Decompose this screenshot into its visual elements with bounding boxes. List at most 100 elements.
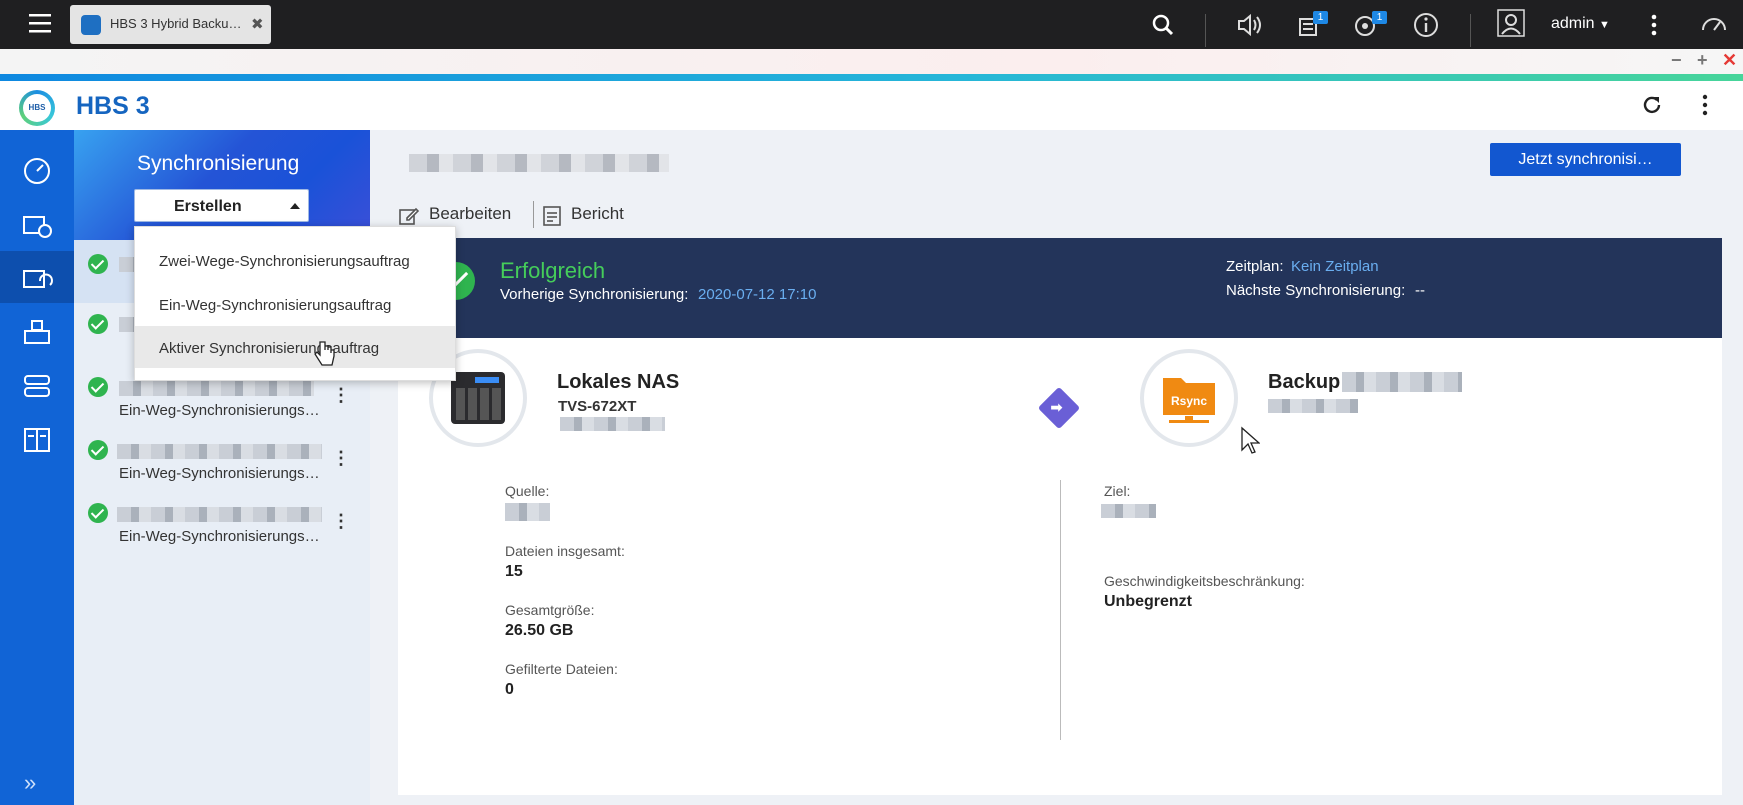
total-size-value: 26.50 GB xyxy=(505,622,574,639)
close-window-button[interactable]: ✕ xyxy=(1722,50,1737,71)
notifications-badge: 1 xyxy=(1372,11,1387,24)
schedule-label: Zeitplan: xyxy=(1226,258,1284,275)
sidebar-header xyxy=(74,130,370,240)
job-description: Ein-Weg-Synchronisierungsauftrag xyxy=(119,528,324,545)
window-control-bar xyxy=(0,49,1743,75)
refresh-icon[interactable] xyxy=(1640,93,1664,117)
chevron-down-icon: ▼ xyxy=(1599,19,1610,31)
redacted-job-title xyxy=(409,154,669,172)
close-tab-icon[interactable]: ✖ xyxy=(251,15,264,33)
dashboard-icon xyxy=(24,158,50,184)
success-check-icon xyxy=(88,254,108,274)
speed-limit-value: Unbegrenzt xyxy=(1104,593,1192,610)
redacted-source-path xyxy=(505,503,550,521)
total-size-label: Gesamtgröße: xyxy=(505,602,595,618)
left-navigation xyxy=(0,130,74,805)
search-icon[interactable] xyxy=(1149,11,1177,39)
user-avatar-icon[interactable] xyxy=(1497,9,1525,37)
success-check-icon xyxy=(88,440,108,460)
nas-device-icon xyxy=(451,372,505,424)
redacted-job-name xyxy=(119,381,314,396)
sidebar-title: Synchronisierung xyxy=(137,152,300,175)
sync-icon xyxy=(23,270,53,288)
nav-logs[interactable] xyxy=(0,413,74,465)
edit-icon xyxy=(399,207,420,225)
rsync-label: Rsync xyxy=(1171,394,1207,408)
redacted-job-name xyxy=(117,444,322,459)
job-more-icon[interactable]: ⋮ xyxy=(332,511,350,532)
expand-nav-icon[interactable]: » xyxy=(24,770,36,796)
caret-up-icon xyxy=(290,203,300,209)
backup-restore-icon xyxy=(23,216,52,238)
dashboard-gauge-icon[interactable] xyxy=(1700,11,1728,39)
sync-now-button[interactable]: Jetzt synchronisi… xyxy=(1490,143,1681,176)
job-description: Ein-Weg-Synchronisierungsauftrag xyxy=(119,402,324,419)
report-label: Bericht xyxy=(571,204,624,223)
job-more-icon[interactable]: ⋮ xyxy=(332,385,350,406)
success-check-icon xyxy=(88,377,108,397)
user-menu[interactable]: admin ▼ xyxy=(1551,15,1610,33)
nav-backup-restore[interactable] xyxy=(0,197,74,249)
status-result: Erfolgreich xyxy=(500,258,606,283)
minimize-button[interactable]: − xyxy=(1671,50,1682,71)
browser-tab[interactable]: HBS 3 Hybrid Backu… ✖ xyxy=(70,5,271,44)
storage-icon xyxy=(24,375,50,397)
source-model: TVS-672XT xyxy=(558,398,637,415)
backup-versions-icon xyxy=(24,320,50,344)
logo-text: HBS xyxy=(23,94,51,122)
filtered-files-label: Gefilterte Dateien: xyxy=(505,661,618,677)
create-button[interactable]: Erstellen xyxy=(134,189,309,222)
report-icon xyxy=(543,206,561,226)
previous-sync-label: Vorherige Synchronisierung: xyxy=(500,286,689,303)
hamburger-menu-icon[interactable] xyxy=(26,11,56,37)
toolbar-divider xyxy=(1470,14,1471,47)
accent-stripe xyxy=(0,74,1743,81)
browser-top-bar: HBS 3 Hybrid Backu… ✖ 1 1 admin ▼ xyxy=(0,0,1743,49)
tab-label: HBS 3 Hybrid Backu… xyxy=(110,16,240,31)
menu-item-active-sync[interactable]: Aktiver Synchronisierungsauftrag xyxy=(135,326,455,368)
files-total-value: 15 xyxy=(505,563,523,580)
hbs-logo: HBS xyxy=(19,90,55,126)
detail-divider xyxy=(1060,480,1061,740)
edit-label: Bearbeiten xyxy=(429,204,512,223)
toolbar-divider xyxy=(1205,14,1206,47)
info-icon[interactable] xyxy=(1412,11,1440,39)
app-header xyxy=(0,81,1743,130)
next-sync-label: Nächste Synchronisierung: xyxy=(1226,282,1406,299)
redacted-destination-host xyxy=(1268,399,1358,413)
volume-icon[interactable] xyxy=(1235,11,1263,39)
menu-item-two-way-sync[interactable]: Zwei-Wege-Synchronisierungsauftrag xyxy=(135,239,455,281)
schedule-value[interactable]: Kein Zeitplan xyxy=(1291,258,1379,275)
hand-cursor-icon xyxy=(314,341,335,366)
nav-sync[interactable] xyxy=(0,251,74,303)
job-item[interactable]: Ein-Weg-Synchronisierungsauftrag ⋮ xyxy=(74,429,370,492)
user-name: admin xyxy=(1551,15,1595,32)
more-options-icon[interactable] xyxy=(1640,11,1668,39)
nav-storage[interactable] xyxy=(0,359,74,411)
tasks-badge: 1 xyxy=(1313,11,1328,24)
nav-overview[interactable] xyxy=(0,143,74,195)
hbs-tab-icon xyxy=(81,15,101,35)
logs-icon xyxy=(24,428,50,452)
create-button-label: Erstellen xyxy=(174,198,242,215)
nav-backup-versions[interactable] xyxy=(0,305,74,357)
menu-item-one-way-sync[interactable]: Ein-Weg-Synchronisierungsauftrag xyxy=(135,283,455,325)
redacted-job-name xyxy=(117,507,322,522)
redacted-source-ip xyxy=(560,417,665,431)
files-total-label: Dateien insgesamt: xyxy=(505,543,625,559)
job-description: Ein-Weg-Synchronisierungsauftrag xyxy=(119,465,324,482)
app-more-icon[interactable] xyxy=(1693,93,1717,117)
speed-limit-label: Geschwindigkeitsbeschränkung: xyxy=(1104,573,1305,589)
success-check-icon xyxy=(88,314,108,334)
maximize-button[interactable]: + xyxy=(1697,50,1708,71)
job-more-icon[interactable]: ⋮ xyxy=(332,448,350,469)
job-item[interactable]: Ein-Weg-Synchronisierungsauftrag ⋮ xyxy=(74,492,370,555)
previous-sync-value: 2020-07-12 17:10 xyxy=(698,286,817,303)
arrow-cursor-icon xyxy=(1241,426,1260,454)
app-title: HBS 3 xyxy=(76,92,150,120)
redacted-destination-name xyxy=(1342,372,1462,392)
action-divider xyxy=(533,201,534,228)
rsync-folder-icon: Rsync xyxy=(1163,378,1215,423)
filtered-files-value: 0 xyxy=(505,681,514,698)
redacted-target-path xyxy=(1101,504,1156,518)
